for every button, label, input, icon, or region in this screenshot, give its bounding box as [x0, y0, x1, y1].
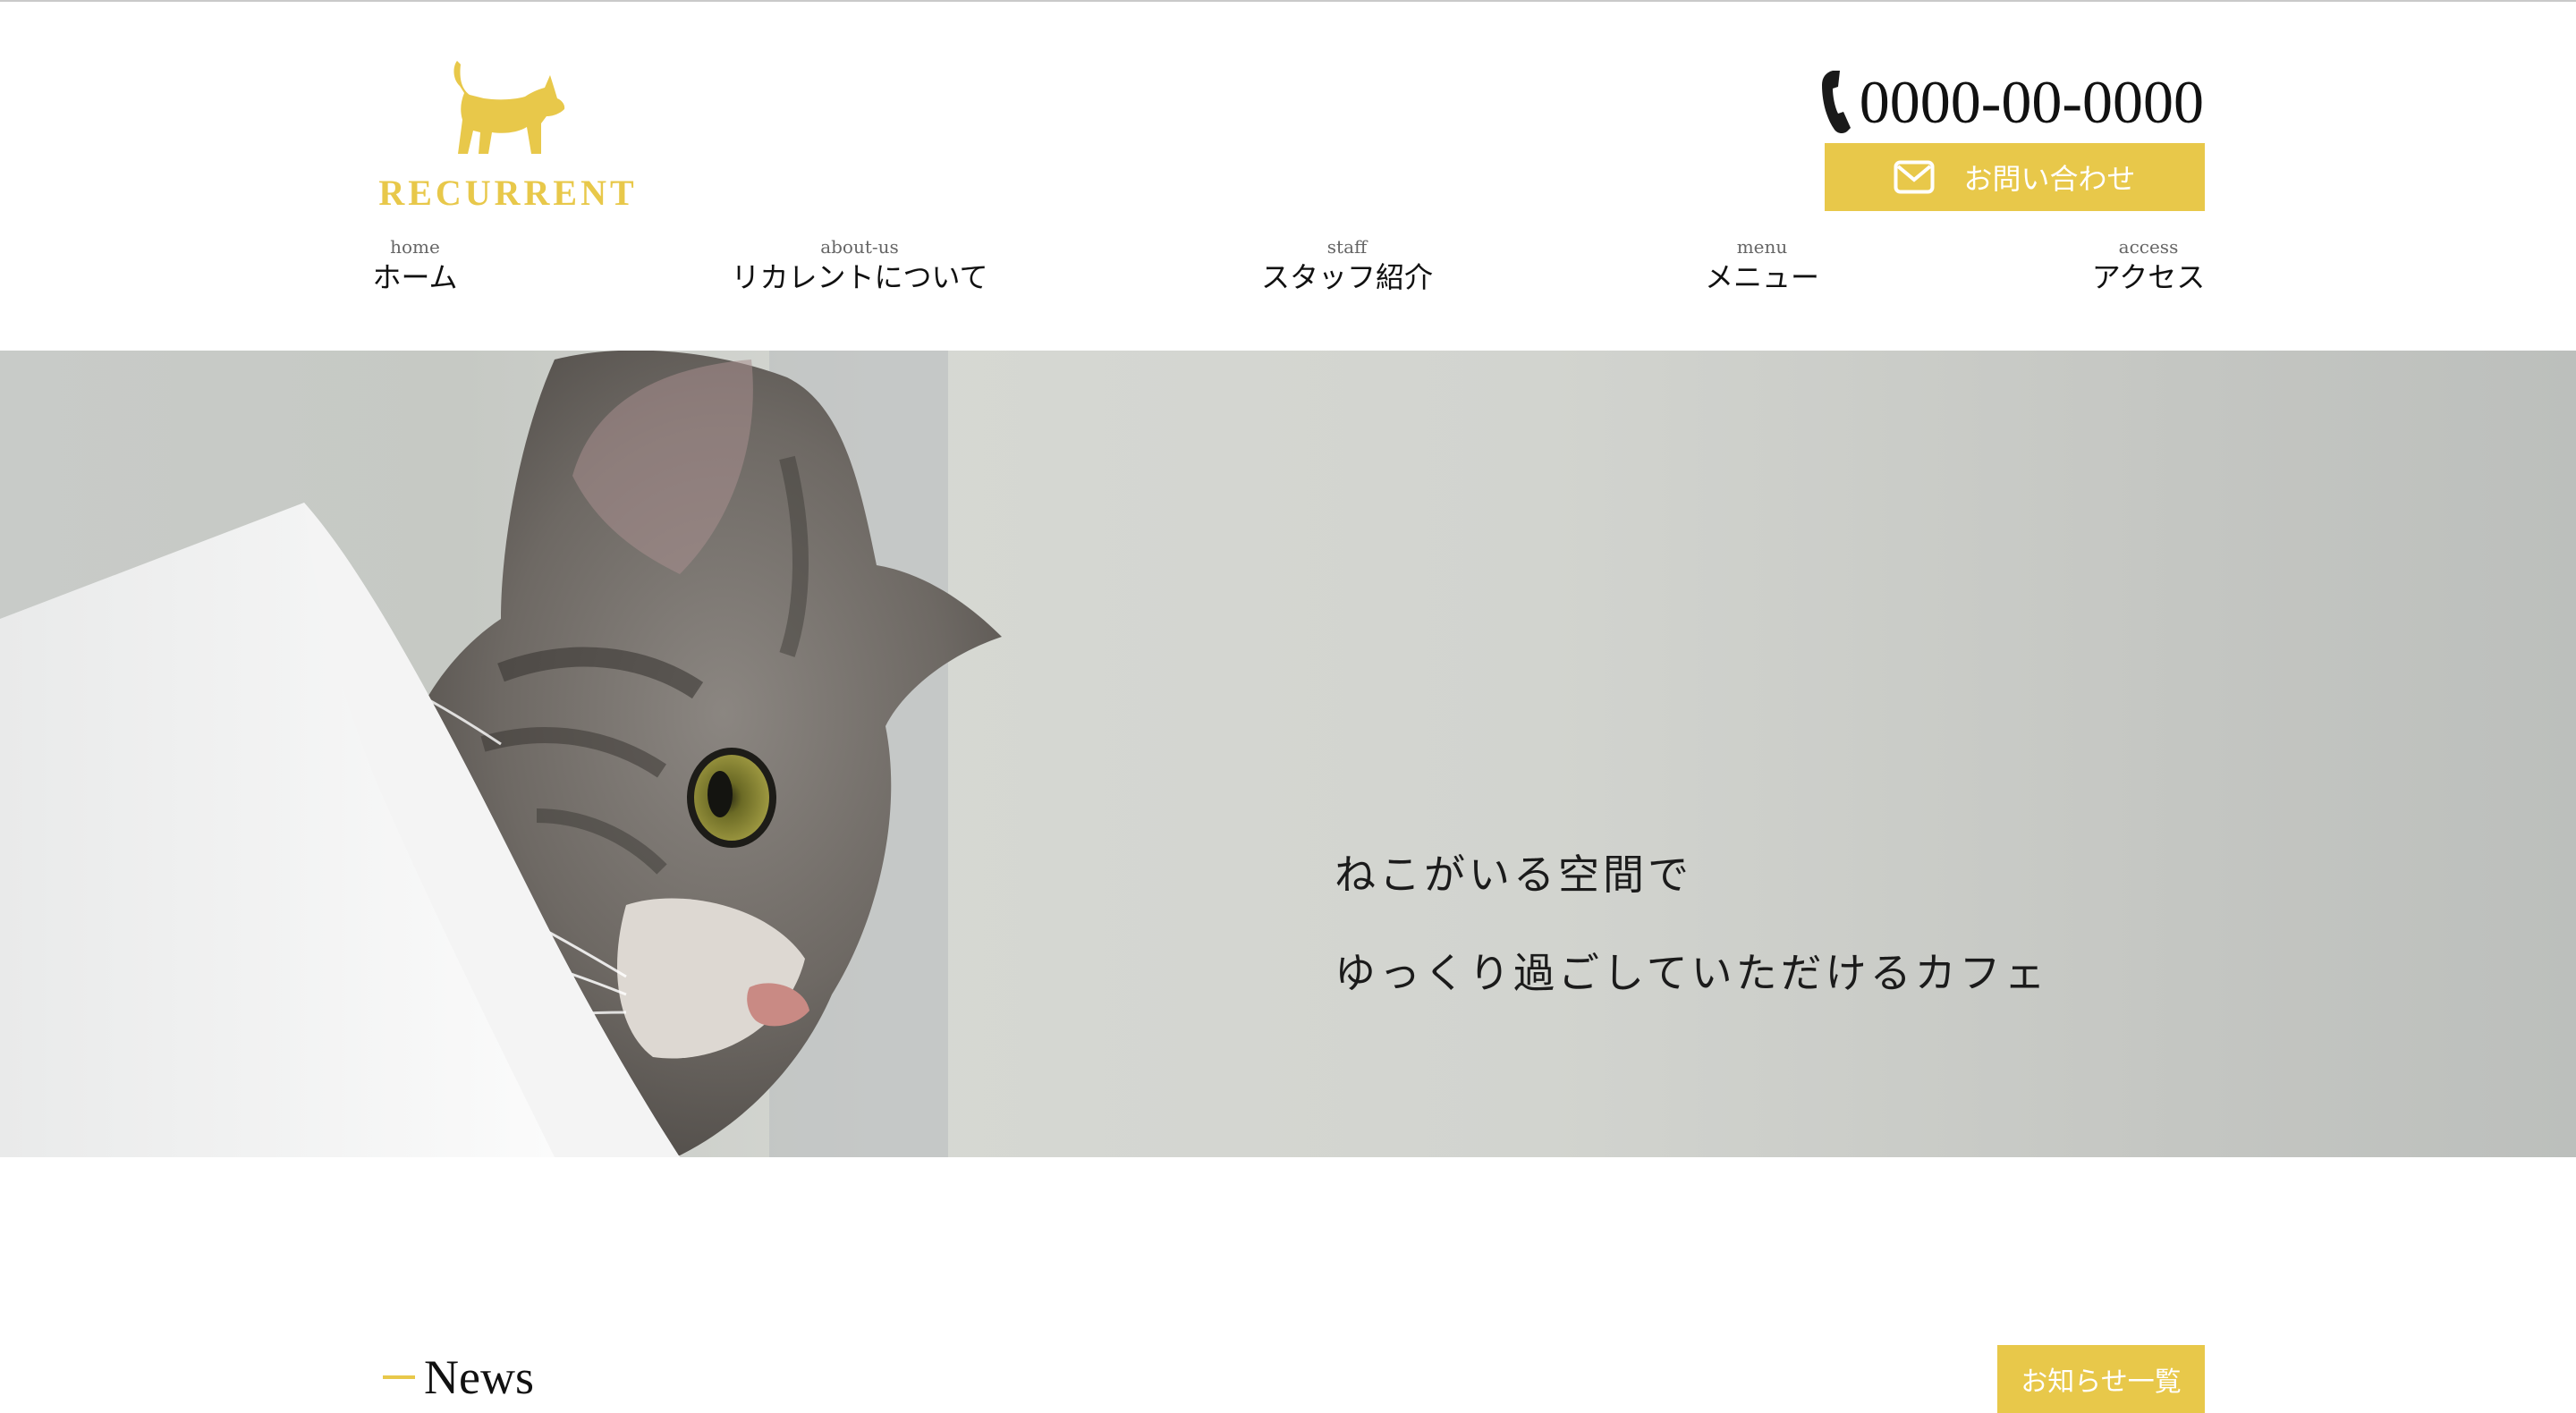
hero-banner: ねこがいる空間で ゆっくり過ごしていただけるカフェ	[0, 351, 2576, 1157]
nav-item-ja-label: メニュー	[1704, 260, 1819, 294]
phone-number[interactable]: 0000-00-0000	[1820, 66, 2204, 138]
cat-icon	[453, 61, 565, 154]
mail-icon	[1894, 160, 1935, 194]
contact-button[interactable]: お問い合わせ	[1825, 143, 2205, 211]
nav-item-ja-label: ホーム	[372, 260, 458, 294]
nav-item-access[interactable]: access アクセス	[2089, 236, 2207, 297]
site-logo[interactable]: RECURRENT	[369, 55, 647, 213]
phone-number-text: 0000-00-0000	[1859, 68, 2204, 136]
nav-item-home[interactable]: home ホーム	[372, 236, 458, 297]
page: RECURRENT 0000-00-0000 お問い合わせ home ホーム a…	[0, 0, 2576, 1413]
nav-item-en-label: menu	[1736, 236, 1788, 258]
news-section-title: News	[383, 1349, 534, 1406]
title-accent-dash	[383, 1375, 415, 1379]
nav-item-ja-label: リカレントについて	[731, 260, 988, 294]
hero-tagline-line1: ねこがいる空間で	[1335, 850, 1692, 899]
phone-icon	[1821, 71, 1851, 134]
nav-item-ja-label: アクセス	[2091, 260, 2206, 294]
hero-tagline-line2: ゆっくり過ごしていただけるカフェ	[1335, 949, 2049, 997]
nav-item-en-label: home	[390, 236, 440, 258]
nav-item-en-label: about-us	[820, 236, 899, 258]
hero-cat-photo	[0, 351, 1002, 1157]
nav-item-about-us[interactable]: about-us リカレントについて	[730, 236, 989, 297]
nav-item-ja-label: スタッフ紹介	[1260, 260, 1433, 294]
news-view-all-button[interactable]: お知らせ一覧	[1997, 1345, 2205, 1413]
top-border	[0, 0, 2576, 2]
nav-item-en-label: staff	[1326, 236, 1368, 258]
news-title-label: News	[424, 1350, 534, 1404]
logo-wordmark: RECURRENT	[378, 173, 638, 213]
nav-item-en-label: access	[2118, 236, 2179, 258]
nav-item-staff[interactable]: staff スタッフ紹介	[1258, 236, 1436, 297]
nav-item-menu[interactable]: menu メニュー	[1703, 236, 1821, 297]
contact-button-label: お問い合わせ	[1963, 163, 2136, 195]
